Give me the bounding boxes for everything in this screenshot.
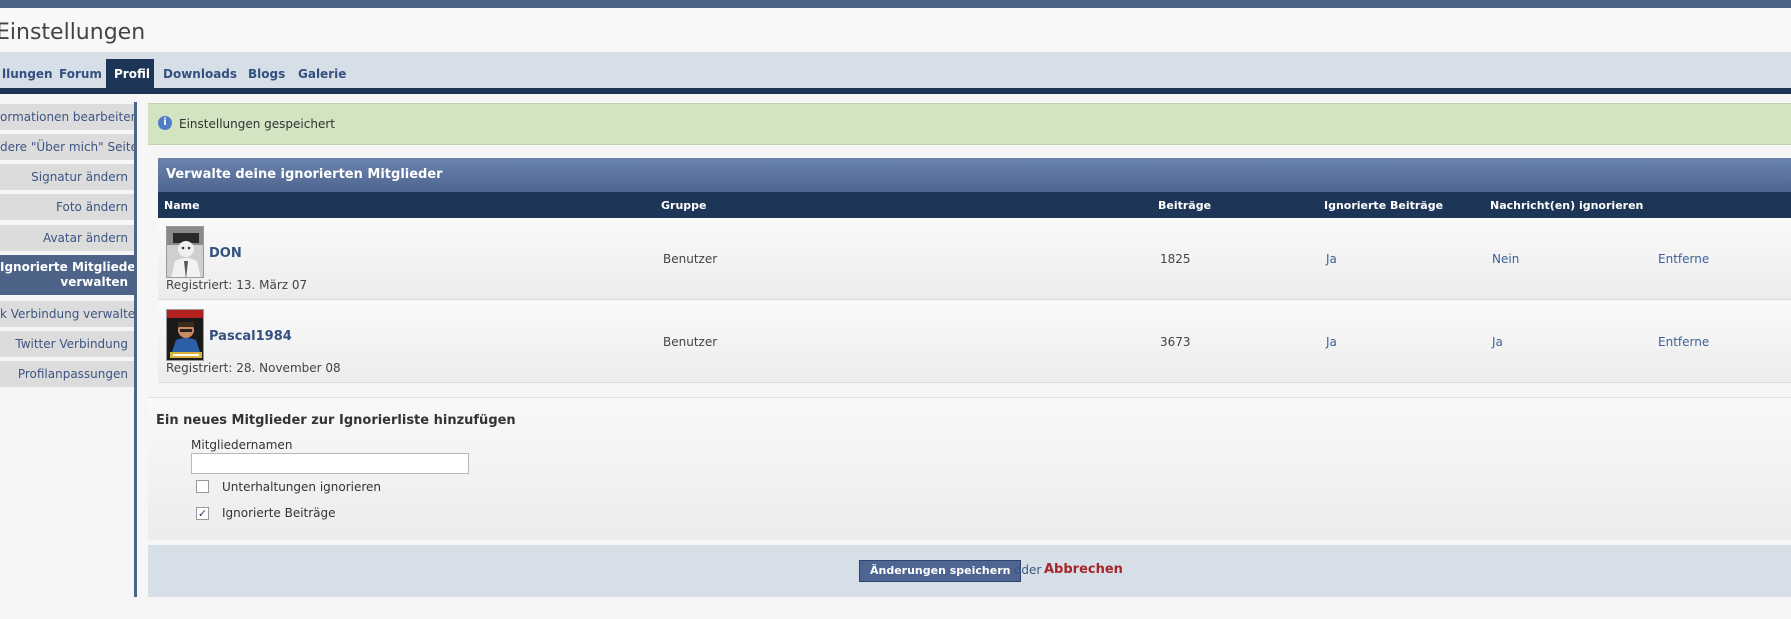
ignore-messages-toggle[interactable]: Nein [1492, 252, 1519, 266]
table-header: Name Gruppe Beiträge Ignorierte Beiträge… [158, 192, 1791, 218]
ignore-conversations-checkbox[interactable] [196, 480, 209, 493]
cancel-link[interactable]: Abbrechen [1044, 562, 1123, 577]
ignored-members-panel-header: Verwalte deine ignorierten Mitglieder [158, 158, 1791, 192]
remove-link[interactable]: Entferne [1658, 252, 1709, 266]
avatar-photo-icon [167, 227, 203, 277]
or-text: oder [1014, 563, 1042, 577]
column-header-group: Gruppe [661, 199, 707, 212]
remove-link[interactable]: Entferne [1658, 335, 1709, 349]
notice-text: Einstellungen gespeichert [179, 117, 335, 131]
column-header-posts: Beiträge [1158, 199, 1212, 212]
add-member-section: Ein neues Mitglieder zur Ignorierliste h… [148, 397, 1791, 540]
success-notice: i Einstellungen gespeichert [148, 103, 1791, 145]
sidebar-item-ignored-members[interactable]: Ignorierte Mitglieder verwalten [0, 255, 134, 295]
ignore-messages-toggle[interactable]: Ja [1492, 335, 1503, 349]
username-link[interactable]: DON [209, 246, 242, 261]
page-title: Einstellungen [0, 20, 146, 45]
avatar-photo-icon [167, 310, 203, 360]
tab-profil[interactable]: Profil [106, 59, 154, 89]
top-accent-bar [0, 0, 1791, 8]
avatar[interactable] [166, 226, 204, 278]
sidebar-item-photo[interactable]: Foto ändern [0, 194, 134, 220]
member-name-input[interactable] [191, 453, 469, 474]
sidebar-item-twitter-connection[interactable]: Twitter Verbindung [0, 331, 134, 357]
sidebar-item-label: dere "Über mich" Seite [0, 140, 134, 154]
tab-forum[interactable]: Forum [51, 59, 110, 89]
ignored-posts-toggle[interactable]: Ja [1326, 335, 1337, 349]
registered-date: Registriert: 13. März 07 [166, 278, 308, 292]
sidebar-item-avatar[interactable]: Avatar ändern [0, 225, 134, 251]
group-cell: Benutzer [663, 335, 718, 349]
table-row: DON Registriert: 13. März 07 Benutzer 18… [158, 218, 1791, 300]
sidebar-item-label: Profilanpassungen [17, 367, 128, 381]
ignore-conversations-label: Unterhaltungen ignorieren [222, 480, 382, 494]
ignored-posts-label: Ignorierte Beiträge [222, 506, 336, 520]
sidebar-item-about-me[interactable]: dere "Über mich" Seite [0, 134, 134, 160]
sidebar-item-facebook-connection[interactable]: k Verbindung verwalten [0, 301, 134, 327]
table-row: Pascal1984 Registriert: 28. November 08 … [158, 301, 1791, 383]
tab-downloads[interactable]: Downloads [155, 59, 245, 89]
sidebar-item-label-line1: Ignorierte Mitglieder [0, 260, 134, 274]
column-header-name: Name [164, 199, 200, 212]
avatar[interactable] [166, 309, 204, 361]
column-header-ignore-messages: Nachricht(en) ignorieren [1490, 199, 1644, 212]
sidebar-item-label: ormationen bearbeiten [0, 110, 134, 124]
sidebar-item-signature[interactable]: Signatur ändern [0, 164, 134, 190]
sidebar-item-label: k Verbindung verwalten [0, 307, 134, 321]
group-cell: Benutzer [663, 252, 718, 266]
sidebar-item-profile-info[interactable]: ormationen bearbeiten [0, 104, 134, 130]
username-link[interactable]: Pascal1984 [209, 329, 292, 344]
panel-title: Verwalte deine ignorierten Mitglieder [166, 167, 443, 182]
sidebar-divider [134, 102, 137, 597]
sidebar-item-label: Twitter Verbindung [15, 337, 128, 351]
add-member-title: Ein neues Mitglieder zur Ignorierliste h… [156, 413, 516, 428]
info-icon: i [158, 116, 172, 130]
sidebar-item-label: Signatur ändern [31, 170, 128, 184]
tab-galerie[interactable]: Galerie [290, 59, 354, 89]
member-name-label: Mitgliedernamen [191, 438, 293, 452]
ignored-posts-toggle[interactable]: Ja [1326, 252, 1337, 266]
posts-cell: 1825 [1160, 252, 1191, 266]
posts-cell: 3673 [1160, 335, 1191, 349]
sidebar-item-label: Avatar ändern [42, 231, 128, 245]
registered-date: Registriert: 28. November 08 [166, 361, 341, 375]
ignored-posts-checkbox[interactable]: ✓ [196, 507, 209, 520]
save-changes-button[interactable]: Änderungen speichern [859, 560, 1022, 582]
column-header-ignored-posts: Ignorierte Beiträge [1324, 199, 1444, 212]
form-footer: Änderungen speichern oder Abbrechen [148, 545, 1791, 597]
sidebar-item-label-line2: verwalten [60, 275, 128, 289]
sidebar-item-profile-customization[interactable]: Profilanpassungen [0, 361, 134, 387]
tab-blogs[interactable]: Blogs [240, 59, 293, 89]
sidebar-item-label: Foto ändern [56, 200, 128, 214]
title-bar [0, 8, 1791, 52]
